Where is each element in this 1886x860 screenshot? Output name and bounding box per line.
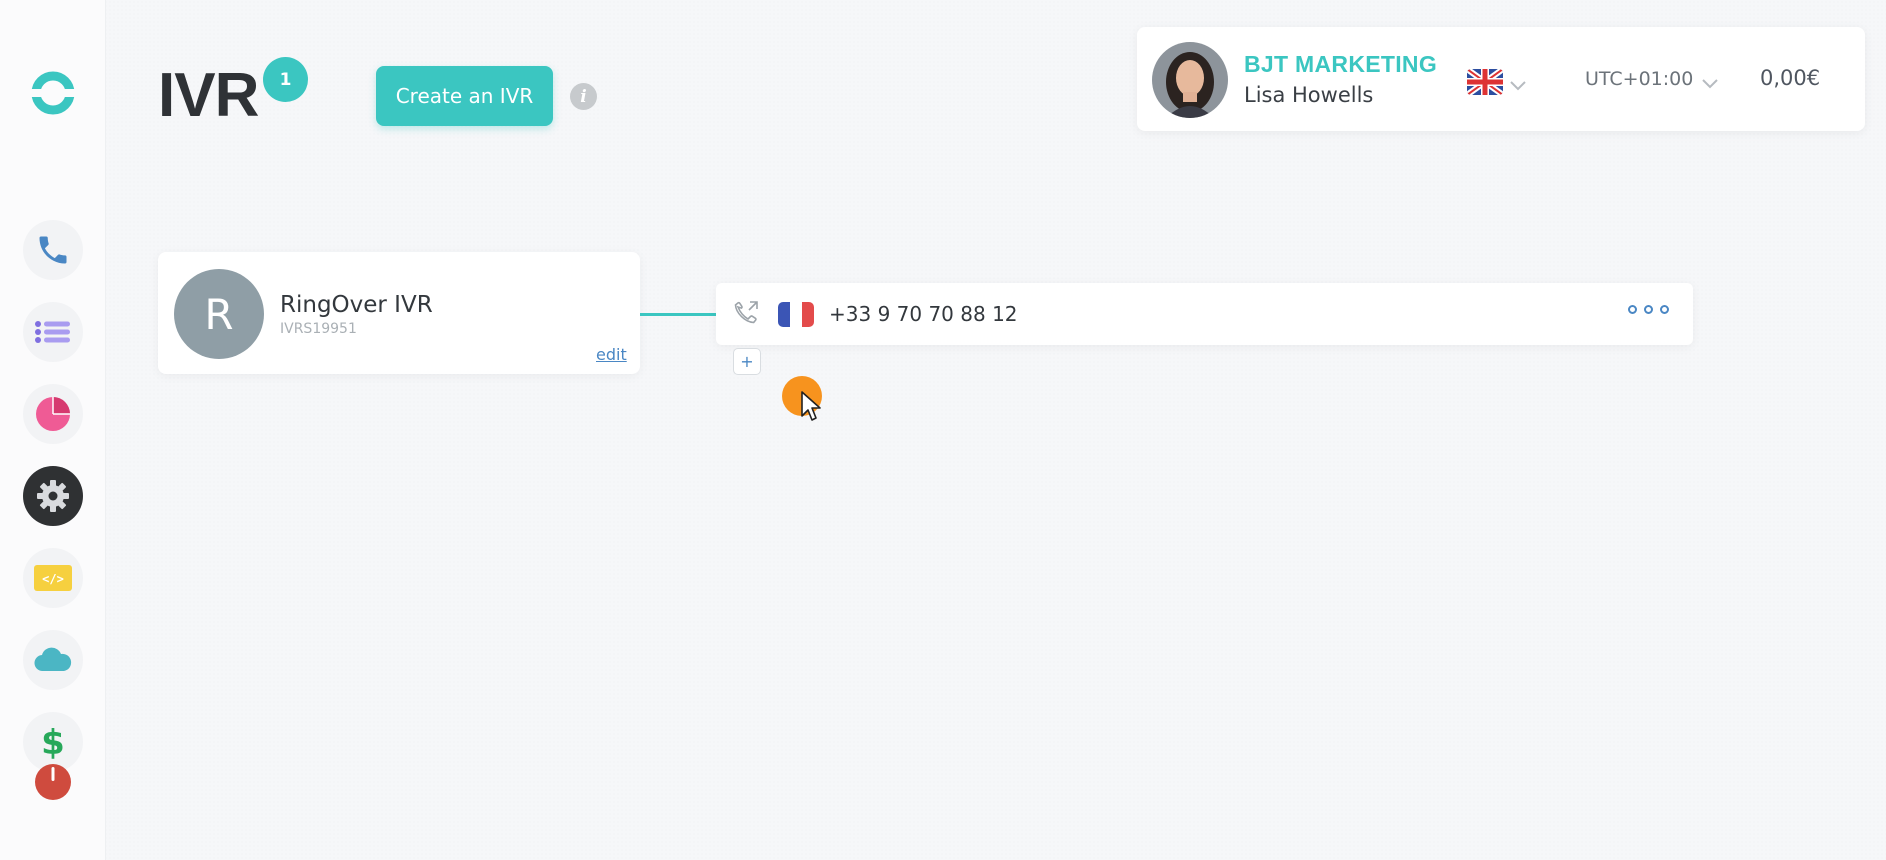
page-title: IVR (158, 61, 259, 130)
sidebar-item-integrations[interactable] (23, 630, 83, 690)
create-ivr-button[interactable]: Create an IVR (376, 66, 553, 126)
ivr-connector-line (640, 313, 716, 316)
gear-icon (35, 478, 71, 514)
pie-chart-icon (34, 395, 72, 433)
chevron-down-icon[interactable] (1509, 77, 1527, 91)
user-avatar[interactable] (1152, 42, 1228, 118)
sidebar-item-settings[interactable] (23, 466, 83, 526)
timezone-select[interactable]: UTC+01:00 (1585, 68, 1693, 90)
sidebar-item-developer[interactable]: </> (23, 548, 83, 608)
ringover-logo-icon[interactable] (30, 70, 76, 116)
edit-ivr-link[interactable]: edit (596, 345, 627, 364)
france-flag-icon (778, 302, 814, 327)
phone-number: +33 9 70 70 88 12 (829, 302, 1018, 326)
user-name: Lisa Howells (1244, 83, 1374, 107)
uk-flag-icon[interactable] (1467, 69, 1503, 95)
ivr-avatar: R (174, 269, 264, 359)
phone-icon (35, 232, 71, 268)
mouse-cursor-icon (800, 390, 822, 422)
more-options-icon[interactable] (1628, 305, 1669, 314)
svg-text:</>: </> (42, 572, 64, 586)
sidebar-item-list[interactable] (23, 302, 83, 362)
account-card: BJT MARKETING Lisa Howells UTC+01:00 0,0… (1137, 27, 1865, 131)
chevron-down-icon[interactable] (1701, 75, 1719, 89)
phone-forward-icon (730, 298, 762, 330)
ivr-id: IVRS19951 (280, 321, 357, 337)
ivr-card[interactable]: R RingOver IVR IVRS19951 edit (158, 252, 640, 374)
code-icon: </> (34, 565, 72, 591)
ivr-name: RingOver IVR (280, 292, 433, 318)
sidebar-item-statistics[interactable] (23, 384, 83, 444)
add-number-button[interactable]: + (733, 348, 761, 375)
sidebar-item-logout[interactable] (23, 752, 83, 812)
ivr-count-badge: 1 (263, 57, 308, 102)
list-icon (34, 317, 72, 347)
ivr-number-card[interactable]: +33 9 70 70 88 12 (716, 283, 1693, 345)
info-icon[interactable]: i (570, 83, 597, 110)
company-name: BJT MARKETING (1244, 51, 1438, 77)
sidebar-item-calls[interactable] (23, 220, 83, 280)
power-icon (34, 763, 72, 801)
account-balance: 0,00€ (1760, 66, 1821, 90)
sidebar: </> $ (0, 0, 106, 860)
cloud-icon (33, 647, 73, 673)
